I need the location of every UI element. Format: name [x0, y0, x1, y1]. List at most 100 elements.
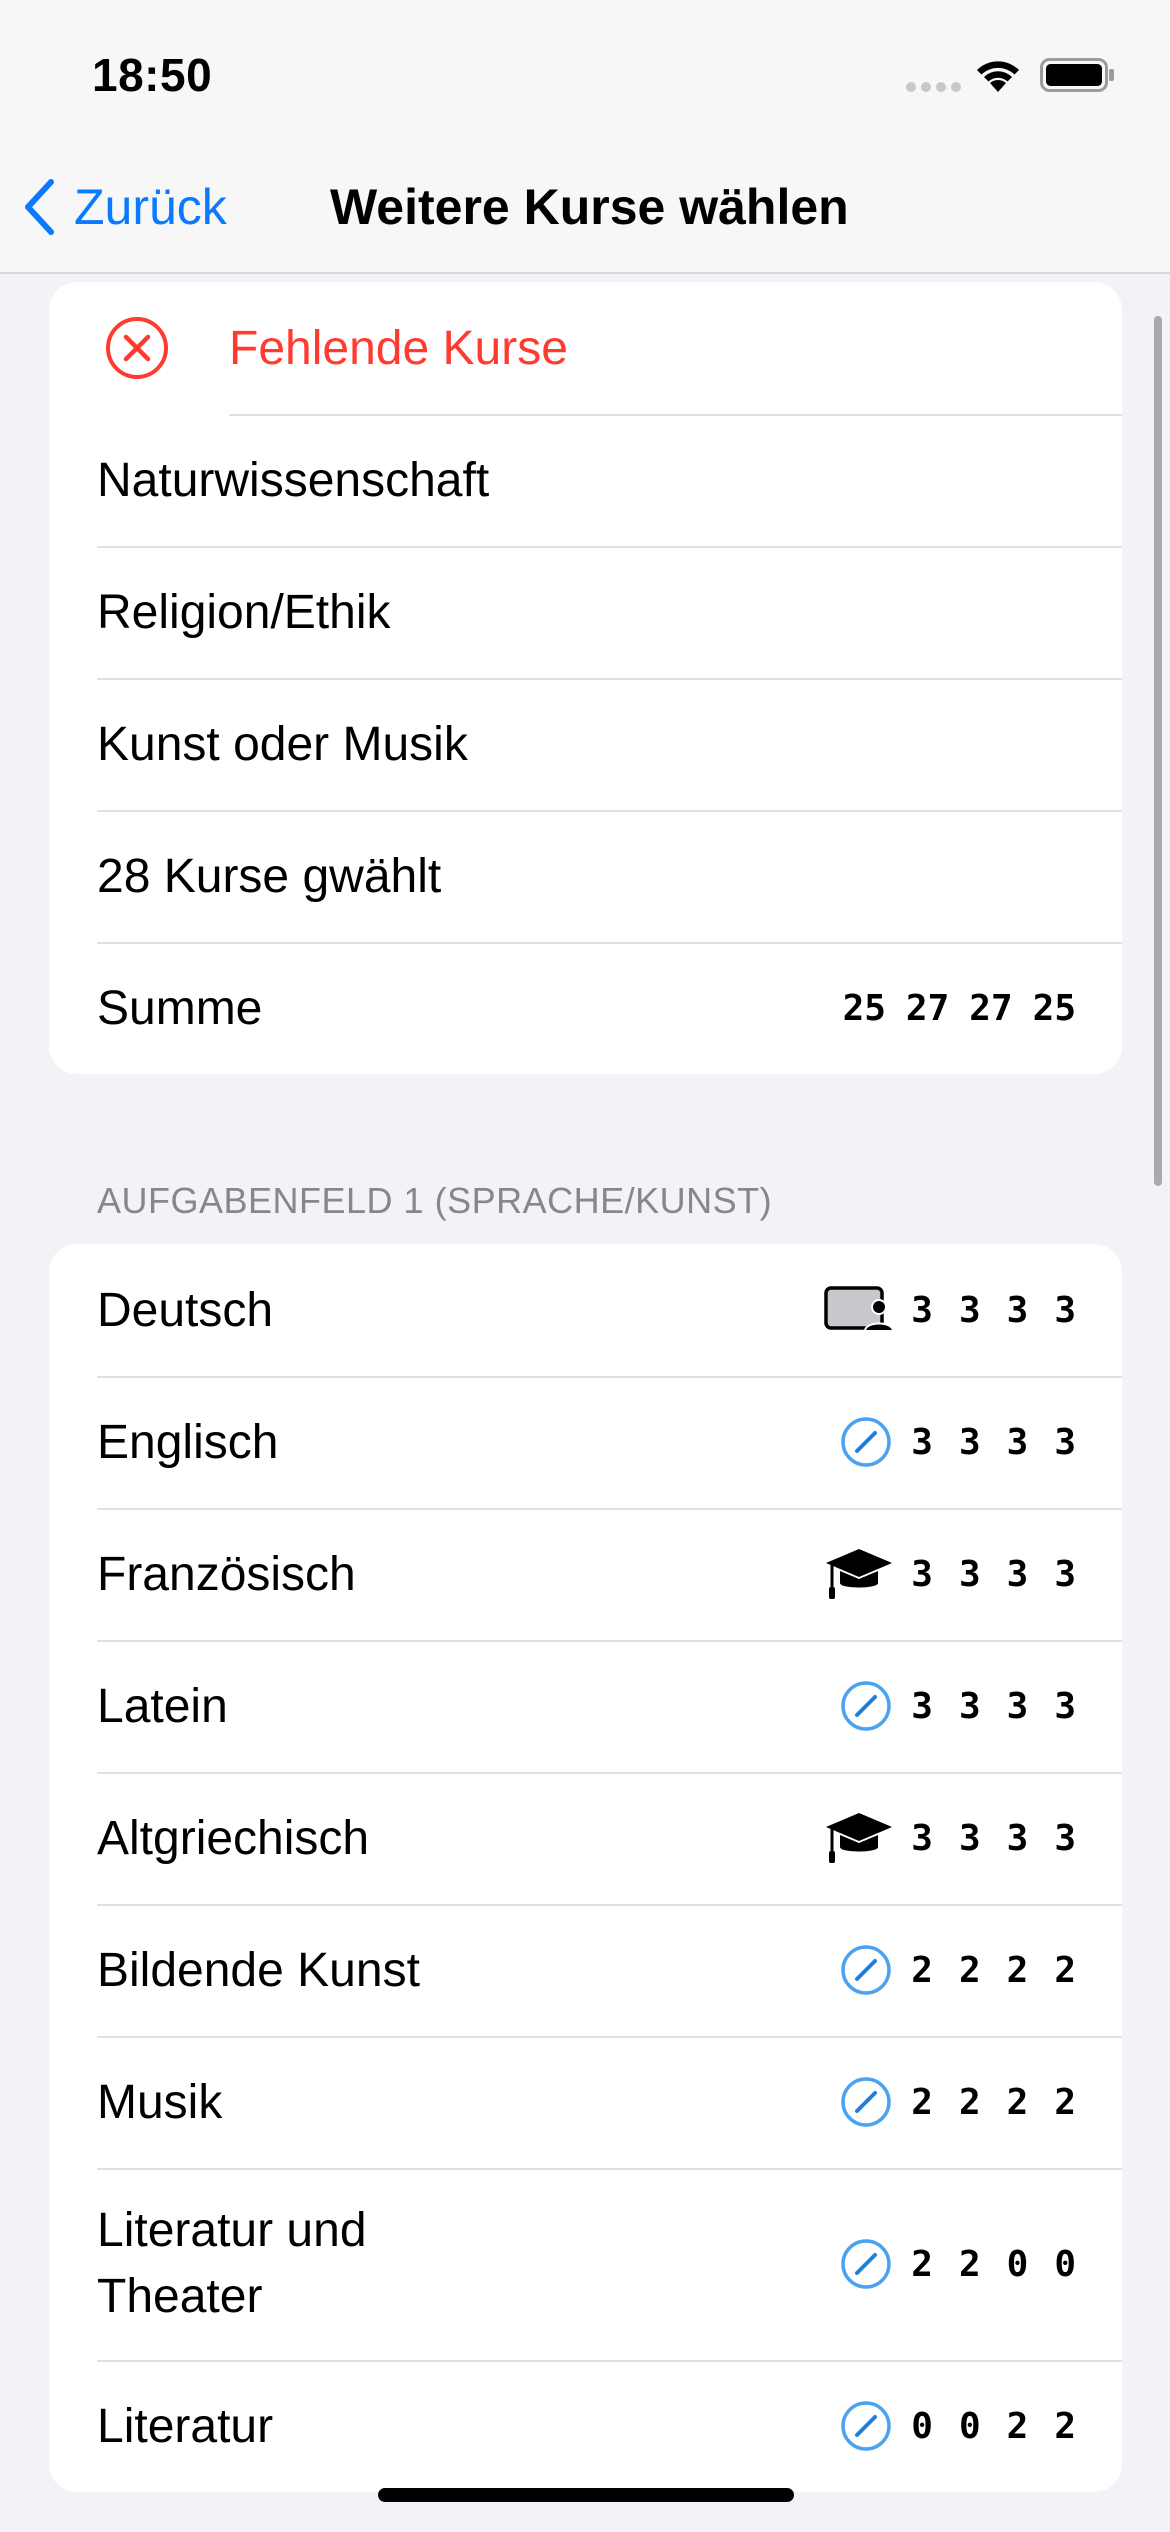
course-hours: 3333: [911, 1244, 1076, 1376]
sum-label: Summe: [97, 981, 263, 1035]
pencil-circle-icon: [840, 2360, 892, 2492]
course-name: Deutsch: [97, 1283, 274, 1337]
battery-icon: [1040, 58, 1114, 92]
status-time: 18:50: [92, 49, 213, 101]
pencil-circle-icon: [840, 2168, 892, 2360]
course-row[interactable]: Literatur 0022: [49, 2360, 1122, 2492]
navigation-bar: Zurück Weitere Kurse wählen: [0, 150, 1170, 274]
course-name: Latein: [97, 1679, 228, 1733]
course-hour-value: 2: [1006, 2405, 1029, 2447]
course-hours: 2222: [911, 2036, 1076, 2168]
status-bar: 18:50: [0, 0, 1170, 150]
sum-value: 27: [969, 987, 1013, 1029]
sum-values: 25 27 27 25: [843, 942, 1076, 1074]
course-hour-value: 3: [958, 1817, 981, 1859]
course-hour-value: 3: [958, 1421, 981, 1463]
sum-value: 27: [905, 987, 950, 1029]
back-button[interactable]: Zurück: [22, 176, 227, 238]
course-hour-value: 3: [1054, 1553, 1076, 1595]
course-name: Literatur: [97, 2399, 274, 2453]
course-hour-value: 3: [1006, 1685, 1029, 1727]
course-row[interactable]: Musik 2222: [49, 2036, 1122, 2168]
wifi-icon: [977, 61, 1019, 92]
sum-value: 25: [1032, 987, 1076, 1029]
course-hour-value: 3: [911, 1289, 933, 1331]
course-hour-value: 2: [1054, 2081, 1076, 2123]
course-hour-value: 2: [958, 2243, 981, 2285]
summary-card: Fehlende Kurse Naturwissenschaft Religio…: [49, 282, 1122, 1074]
graduation-cap-icon: [824, 1772, 894, 1904]
course-hour-value: 3: [1006, 1289, 1029, 1331]
course-hour-value: 3: [1054, 1421, 1076, 1463]
course-row[interactable]: Altgriechisch 3333: [49, 1772, 1122, 1904]
course-hours: 2200: [911, 2168, 1076, 2360]
chevron-left-icon: [25, 179, 54, 235]
course-hour-value: 3: [958, 1685, 981, 1727]
course-hours: 3333: [911, 1640, 1076, 1772]
pencil-circle-icon: [840, 1640, 892, 1772]
course-name: Altgriechisch: [97, 1811, 370, 1865]
course-name: Englisch: [97, 1415, 279, 1469]
page-title: Weitere Kurse wählen: [330, 179, 849, 235]
graduation-cap-icon: [824, 1508, 894, 1640]
pencil-circle-icon: [840, 1376, 892, 1508]
section-header: AUFGABENFELD 1 (SPRACHE/KUNST): [97, 1180, 773, 1221]
course-hour-value: 3: [1054, 1289, 1076, 1331]
course-hour-value: 3: [1054, 1817, 1076, 1859]
course-hour-value: 2: [1006, 2081, 1029, 2123]
course-name: Musik: [97, 2075, 223, 2129]
scroll-indicator[interactable]: [1154, 316, 1162, 1186]
presentation-person-icon: [824, 1244, 898, 1376]
course-name: Bildende Kunst: [97, 1943, 420, 1997]
course-hour-value: 2: [911, 2081, 933, 2123]
course-hour-value: 3: [958, 1553, 981, 1595]
course-hour-value: 3: [911, 1685, 933, 1727]
missing-item[interactable]: 28 Kurse gwählt: [49, 810, 1122, 942]
course-hours: 2222: [911, 1904, 1076, 2036]
course-row[interactable]: Literatur und Theater 2200: [49, 2168, 1122, 2360]
course-hour-value: 2: [958, 1949, 981, 1991]
course-hour-value: 2: [911, 2243, 933, 2285]
course-hours: 3333: [911, 1772, 1076, 1904]
course-name: Französisch: [97, 1547, 356, 1601]
course-row[interactable]: Latein 3333: [49, 1640, 1122, 1772]
pencil-circle-icon: [840, 2036, 892, 2168]
course-hour-value: 3: [911, 1817, 933, 1859]
course-hour-value: 0: [911, 2405, 933, 2447]
course-row[interactable]: Französisch 3333: [49, 1508, 1122, 1640]
course-hours: 3333: [911, 1508, 1076, 1640]
pencil-circle-icon: [840, 1904, 892, 2036]
missing-courses-label: Fehlende Kurse: [229, 321, 568, 375]
back-label: Zurück: [74, 179, 227, 235]
course-hour-value: 2: [1054, 2405, 1076, 2447]
course-hour-value: 2: [1006, 1949, 1029, 1991]
missing-item-label: 28 Kurse gwählt: [97, 849, 442, 903]
course-hours: 3333: [911, 1376, 1076, 1508]
course-hour-value: 3: [1006, 1421, 1029, 1463]
course-hour-value: 0: [958, 2405, 981, 2447]
course-hour-value: 3: [958, 1289, 981, 1331]
course-hour-value: 3: [1006, 1817, 1029, 1859]
missing-item-label: Naturwissenschaft: [97, 453, 490, 507]
xmark-circle-icon: [106, 317, 168, 379]
missing-courses-row[interactable]: Fehlende Kurse: [49, 282, 1122, 414]
course-hour-value: 3: [1054, 1685, 1076, 1727]
courses-card: Deutsch 3 3 3 3 Englisch 3 3 3 3 Französisch 333…: [49, 1244, 1122, 2492]
course-hours: 0022: [911, 2360, 1076, 2492]
course-hour-value: 2: [958, 2081, 981, 2123]
sum-row: Summe 25 27 27 25: [49, 942, 1122, 1074]
course-name: Literatur und Theater: [97, 2204, 367, 2323]
missing-item[interactable]: Religion/Ethik: [49, 546, 1122, 678]
course-row[interactable]: Bildende Kunst 2222: [49, 1904, 1122, 2036]
missing-item[interactable]: Kunst oder Musik: [49, 678, 1122, 810]
scroll-area[interactable]: Fehlende Kurse Naturwissenschaft Religio…: [0, 276, 1170, 2532]
missing-item-label: Kunst oder Musik: [97, 717, 468, 771]
course-hour-value: 3: [911, 1553, 933, 1595]
sum-value: 25: [842, 987, 886, 1029]
course-hour-value: 3: [1006, 1553, 1029, 1595]
course-hour-value: 2: [1054, 1949, 1076, 1991]
home-indicator[interactable]: [378, 2488, 794, 2502]
course-row[interactable]: Deutsch 3333: [49, 1244, 1122, 1376]
course-row[interactable]: Englisch 3333: [49, 1376, 1122, 1508]
missing-item[interactable]: Naturwissenschaft: [49, 414, 1122, 546]
